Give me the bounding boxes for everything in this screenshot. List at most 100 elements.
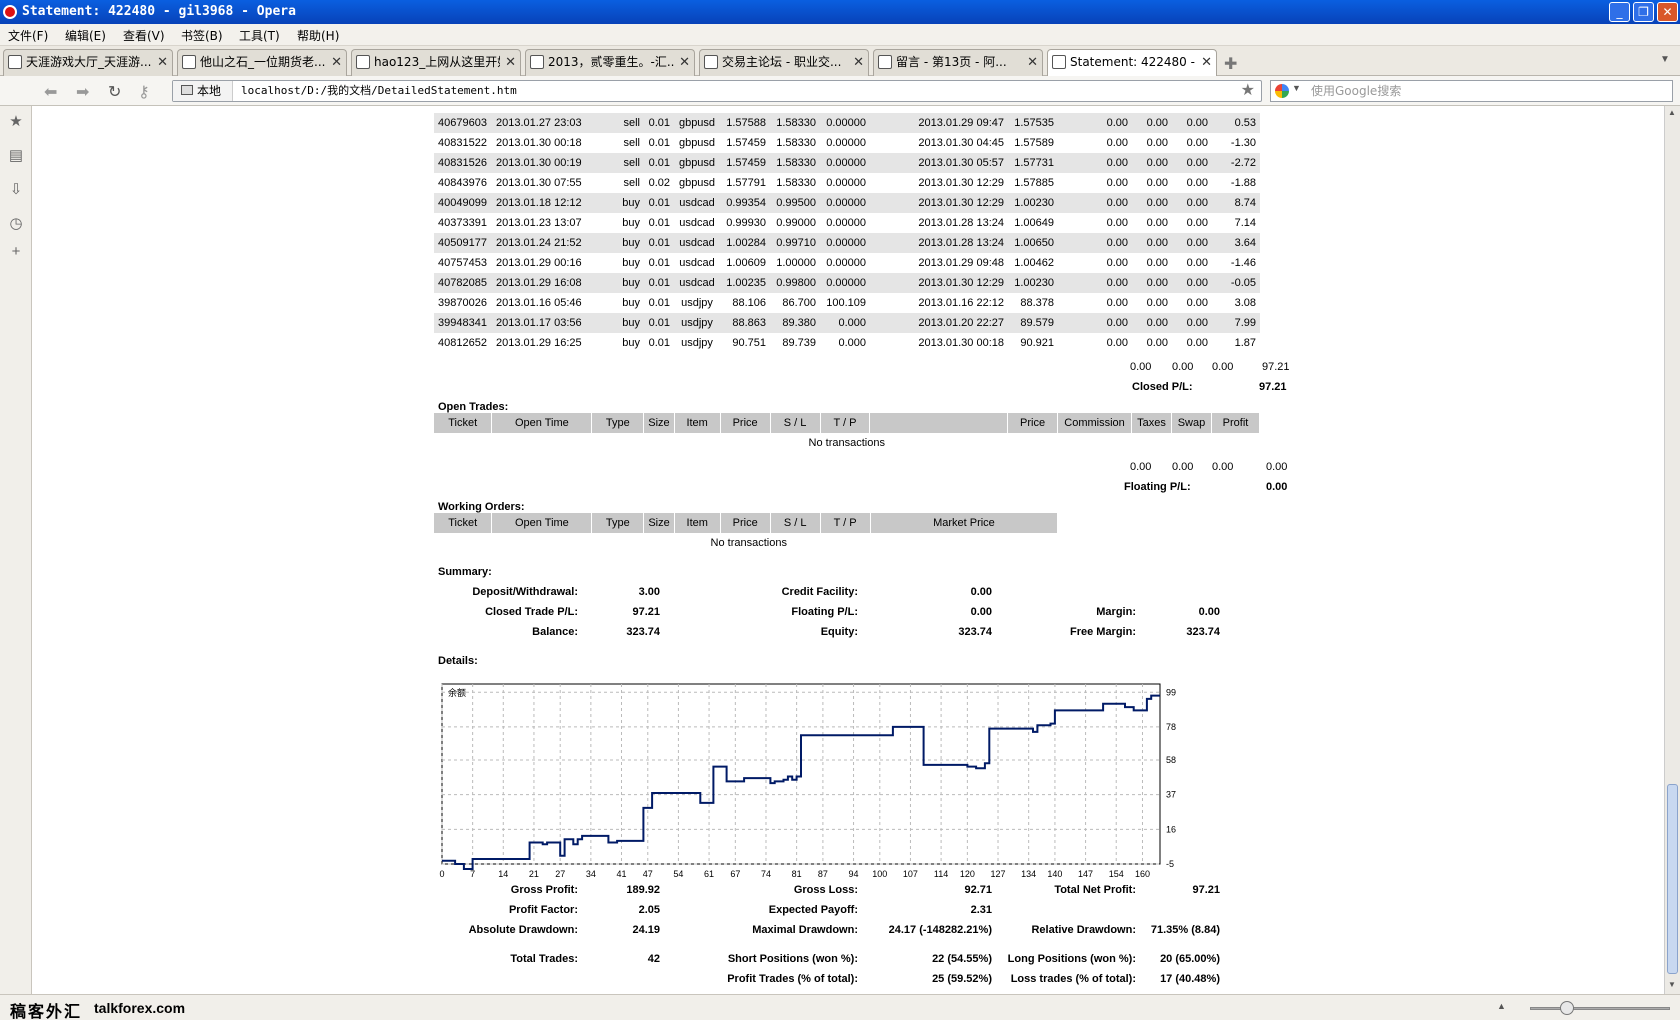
close-button[interactable]: ✕ bbox=[1657, 2, 1678, 22]
tab-forum[interactable]: 交易主论坛 - 职业交... ✕ bbox=[699, 49, 869, 76]
tab-close-icon[interactable]: ✕ bbox=[157, 50, 168, 75]
menu-tools[interactable]: 工具(T) bbox=[239, 27, 280, 44]
free-margin-value: 323.74 bbox=[1186, 626, 1220, 638]
open-trades-header: Ticket Open Time Type Size Item Price S … bbox=[434, 413, 1261, 433]
back-arrow-icon[interactable]: ⬅ bbox=[44, 82, 57, 102]
tab-close-icon[interactable]: ✕ bbox=[1027, 50, 1038, 75]
chart-y-tick-label: 99 bbox=[1166, 687, 1176, 697]
cell-size: 0.01 bbox=[648, 257, 670, 269]
cell-taxes: 0.00 bbox=[1132, 233, 1172, 253]
reload-icon[interactable]: ↻ bbox=[108, 82, 121, 102]
open-total-profit: 0.00 bbox=[1266, 461, 1288, 473]
notes-icon[interactable]: ▤ bbox=[8, 148, 24, 164]
search-box[interactable]: ▼ 使用Google搜索 bbox=[1270, 80, 1673, 102]
url-text[interactable]: localhost/D:/我的文档/DetailedStatement.htm bbox=[241, 81, 517, 101]
scroll-down-arrow-icon[interactable]: ▼ bbox=[1668, 980, 1676, 989]
search-placeholder[interactable]: 使用Google搜索 bbox=[1311, 81, 1401, 101]
col-type: Type bbox=[591, 513, 645, 533]
zoom-slider-knob[interactable] bbox=[1560, 1001, 1574, 1015]
gross-loss-label: Gross Loss: bbox=[793, 884, 858, 896]
table-row: 40509177 2013.01.24 21:52 buy 0.01 usdcad 1.0… bbox=[434, 233, 1260, 253]
forward-arrow-icon[interactable]: ➡ bbox=[76, 82, 89, 102]
chart-x-tick-label: 47 bbox=[643, 869, 653, 878]
tab-label: 留言 - 第13页 - 阿... bbox=[896, 55, 1007, 69]
cell-open-price: 1.57588 bbox=[720, 113, 770, 133]
cell-open-time: 2013.01.30 07:55 bbox=[496, 177, 582, 189]
tab-close-icon[interactable]: ✕ bbox=[679, 50, 690, 75]
bookmarks-star-icon[interactable]: ★ bbox=[8, 114, 24, 130]
cell-item: gbpusd bbox=[674, 113, 720, 133]
cell-item: gbpusd bbox=[678, 137, 716, 149]
menu-edit[interactable]: 编辑(E) bbox=[65, 27, 106, 44]
cell-ticket: 40831526 bbox=[434, 153, 492, 173]
cell-close-price: 88.378 bbox=[1020, 297, 1054, 309]
menu-help[interactable]: 帮助(H) bbox=[297, 27, 339, 44]
closed-pl-value: 97.21 bbox=[1259, 381, 1287, 393]
cell-open-price: 0.99930 bbox=[726, 217, 766, 229]
cell-profit: -1.46 bbox=[1230, 257, 1256, 269]
tab-tashan[interactable]: 他山之石_一位期货老... ✕ bbox=[177, 49, 347, 76]
cell-profit: 7.14 bbox=[1234, 217, 1256, 229]
security-zone[interactable]: 本地 bbox=[173, 81, 233, 101]
zoom-up-arrow-icon[interactable]: ▲ bbox=[1497, 1001, 1506, 1011]
cell-taxes: 0.00 bbox=[1146, 217, 1168, 229]
google-icon[interactable] bbox=[1275, 84, 1289, 98]
tab-list-chevron-down-icon[interactable]: ▼ bbox=[1660, 54, 1670, 65]
cell-taxes: 0.00 bbox=[1146, 337, 1168, 349]
cell-swap: 0.00 bbox=[1186, 297, 1208, 309]
tab-close-icon[interactable]: ✕ bbox=[1201, 50, 1212, 75]
scroll-up-arrow-icon[interactable]: ▲ bbox=[1668, 108, 1676, 117]
title-bar: Statement: 422480 - gil3968 - Opera _ ❐ … bbox=[0, 0, 1680, 24]
menu-bookmarks[interactable]: 书签(B) bbox=[181, 27, 223, 44]
long-positions-label: Long Positions (won %): bbox=[1007, 953, 1136, 965]
bookmark-star-icon[interactable]: ★ bbox=[1241, 81, 1255, 101]
balance-chart: 0 7 14 21 27 34 41 47 54 61 67 74 81 87 94 100 107 114 120… bbox=[439, 683, 1176, 878]
downloads-icon[interactable]: ⇩ bbox=[8, 182, 24, 198]
cell-profit: -0.05 bbox=[1212, 273, 1260, 293]
credit-label: Credit Facility: bbox=[781, 586, 858, 598]
add-panel-icon[interactable]: + bbox=[8, 244, 24, 260]
tab-close-icon[interactable]: ✕ bbox=[853, 50, 864, 75]
col-blank bbox=[869, 413, 1009, 433]
cell-tp: 0.000 bbox=[820, 313, 870, 333]
gross-profit-label: Gross Profit: bbox=[510, 884, 578, 896]
minimize-button[interactable]: _ bbox=[1609, 2, 1630, 22]
cell-sl: 0.99000 bbox=[776, 217, 816, 229]
total-swap: 0.00 bbox=[1212, 361, 1234, 373]
chevron-down-icon[interactable]: ▼ bbox=[1292, 83, 1301, 93]
profit-trades-label: Profit Trades (% of total): bbox=[727, 973, 858, 985]
history-clock-icon[interactable]: ◷ bbox=[8, 216, 24, 232]
menu-file[interactable]: 文件(F) bbox=[8, 27, 48, 44]
tab-tianya[interactable]: 天涯游戏大厅_天涯游... ✕ bbox=[3, 49, 173, 76]
cell-item: usdcad bbox=[674, 233, 720, 253]
zoom-slider-track[interactable] bbox=[1530, 1007, 1670, 1010]
key-icon[interactable]: ⚷ bbox=[138, 82, 150, 102]
table-row: 39870026 2013.01.16 05:46 buy 0.01 usdjpy 88.… bbox=[434, 293, 1260, 313]
tab-message[interactable]: 留言 - 第13页 - 阿... ✕ bbox=[873, 49, 1043, 76]
tab-2013[interactable]: 2013，贰零重生。-汇... ✕ bbox=[525, 49, 695, 76]
cell-sl: 1.58330 bbox=[776, 177, 816, 189]
chart-y-tick-label: -5 bbox=[1166, 859, 1174, 869]
chart-x-tick-label: 134 bbox=[1021, 869, 1036, 878]
tab-statement[interactable]: Statement: 422480 -... ✕ bbox=[1047, 49, 1217, 76]
cell-commission: 0.00 bbox=[1106, 257, 1128, 269]
scroll-thumb[interactable] bbox=[1667, 784, 1678, 974]
cell-open-time: 2013.01.30 00:18 bbox=[496, 137, 582, 149]
maximize-button[interactable]: ❐ bbox=[1633, 2, 1654, 22]
menu-view[interactable]: 查看(V) bbox=[123, 27, 165, 44]
new-tab-icon[interactable]: ✚ bbox=[1224, 54, 1237, 74]
chart-x-tick-label: 120 bbox=[960, 869, 975, 878]
tab-close-icon[interactable]: ✕ bbox=[331, 50, 342, 75]
tab-hao123[interactable]: hao123_上网从这里开始 ✕ bbox=[351, 49, 521, 76]
margin-label: Margin: bbox=[1096, 606, 1136, 618]
cell-open-price: 88.106 bbox=[732, 297, 766, 309]
cell-open-price: 0.99354 bbox=[720, 193, 770, 213]
tab-close-icon[interactable]: ✕ bbox=[505, 50, 516, 75]
cell-commission: 0.00 bbox=[1106, 177, 1128, 189]
address-bar[interactable]: 本地 localhost/D:/我的文档/DetailedStatement.h… bbox=[172, 80, 1262, 102]
cell-swap: 0.00 bbox=[1172, 193, 1212, 213]
balance-label: Balance: bbox=[532, 626, 578, 638]
cell-profit: -2.72 bbox=[1212, 153, 1260, 173]
balance-value: 323.74 bbox=[626, 626, 660, 638]
vertical-scrollbar[interactable]: ▲ ▼ bbox=[1664, 106, 1680, 994]
